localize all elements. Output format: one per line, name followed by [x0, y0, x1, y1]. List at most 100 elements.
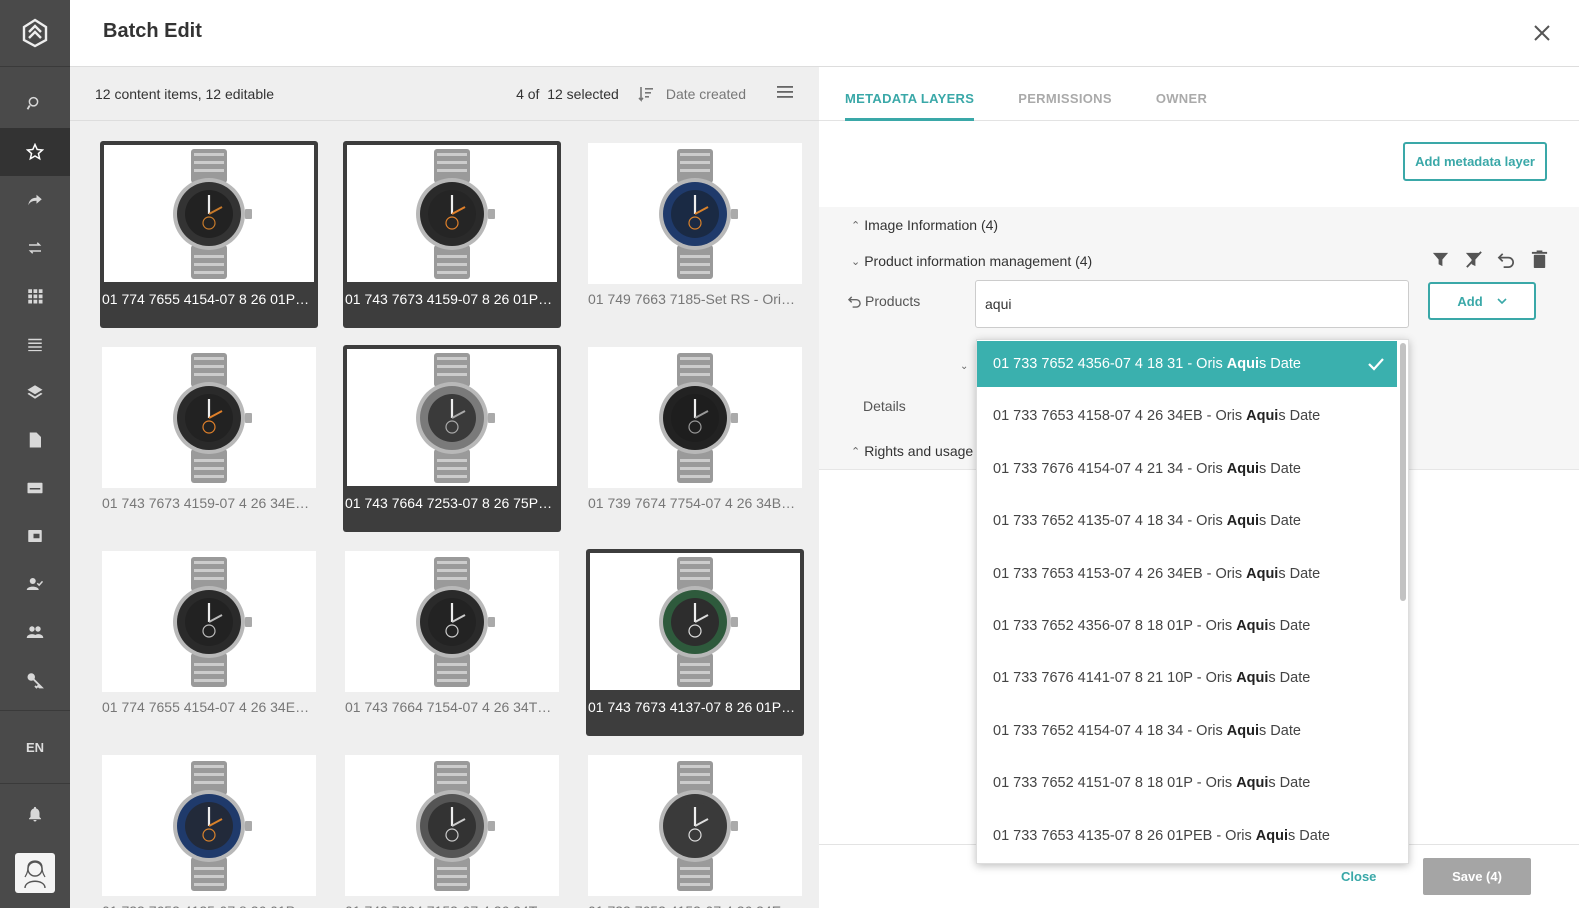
section-image-information[interactable]: ⌃ Image Information (4)	[851, 217, 998, 233]
content-item-thumbnail[interactable]	[345, 143, 559, 284]
product-option[interactable]: 01 733 7653 4158-07 4 26 34EB - Oris Aqu…	[977, 393, 1397, 439]
section-label: Image Information (4)	[864, 217, 999, 233]
content-item-label: 01 774 7655 4154-07 8 26 01PEB - Oris Aq…	[102, 291, 316, 307]
sort-control[interactable]: Date created	[637, 85, 746, 103]
section-pim[interactable]: ⌄ Product information management (4)	[851, 253, 1092, 269]
clear-filter-icon[interactable]	[1464, 250, 1483, 269]
layers-icon[interactable]	[0, 368, 70, 416]
product-option[interactable]: 01 733 7676 4141-07 8 21 10P - Oris Aqui…	[977, 655, 1397, 701]
option-text: 01 733 7653 4135-07 8 26 01PEB - Oris	[993, 827, 1256, 844]
list-icon[interactable]	[0, 320, 70, 368]
card-icon[interactable]	[0, 464, 70, 512]
dropdown-scrollbar[interactable]	[1400, 343, 1406, 601]
content-item-card[interactable]: 01 774 7655 4154-07 4 26 34EB - Oris Aqu…	[100, 549, 318, 736]
add-metadata-layer-button[interactable]: Add metadata layer	[1403, 142, 1547, 181]
save-button[interactable]: Save (4)	[1423, 858, 1531, 895]
tab-owner[interactable]: OWNER	[1156, 67, 1207, 120]
grid-icon[interactable]	[0, 272, 70, 320]
user-check-icon[interactable]	[0, 560, 70, 608]
revert-icon[interactable]	[848, 295, 861, 308]
option-text: 01 733 7676 4141-07 8 21 10P - Oris	[993, 670, 1237, 687]
content-item-thumbnail[interactable]	[102, 347, 316, 488]
items-toolbar: 12 content items, 12 editable 4 of 12 se…	[70, 67, 819, 121]
chevron-down-icon[interactable]: ⌄	[960, 361, 968, 372]
option-match: Aqui	[1246, 408, 1279, 425]
content-item-card[interactable]: 01 733 7653 4135-07 8 26 01PEB - Oris Aq…	[100, 753, 318, 908]
content-item-card[interactable]: 01 774 7655 4154-07 8 26 01PEB - Oris Aq…	[100, 141, 318, 328]
content-item-card[interactable]: 01 733 7653 4153-07 4 26 34EB - Oris Aqu…	[586, 753, 804, 908]
bell-icon[interactable]	[0, 790, 70, 838]
option-match: Aqui	[1246, 565, 1279, 582]
option-text: 01 733 7653 4153-07 4 26 34EB - Oris	[993, 565, 1247, 582]
tab-permissions[interactable]: PERMISSIONS	[1018, 67, 1112, 120]
avatar[interactable]	[15, 853, 55, 893]
tab-metadata-layers[interactable]: METADATA LAYERS	[845, 67, 975, 121]
products-field-label: Products	[848, 293, 920, 309]
rail-nav	[0, 67, 70, 704]
product-option[interactable]: 01 733 7652 4135-07 4 18 34 - Oris Aqui s…	[977, 498, 1397, 544]
users-icon[interactable]	[0, 608, 70, 656]
content-item-card[interactable]: 01 743 7664 7153-07 4 26 34TEB - Oris Aq…	[343, 753, 561, 908]
content-item-label: 01 749 7663 7185-Set RS - Oris Aquis	[588, 291, 802, 307]
product-option[interactable]: 01 733 7676 4154-07 4 21 34 - Oris Aqui s…	[977, 446, 1397, 492]
content-item-thumbnail[interactable]	[102, 551, 316, 692]
close-button[interactable]: Close	[1341, 869, 1376, 884]
content-item-card[interactable]: 01 743 7673 4159-07 4 26 34EB - Oris Aqu…	[100, 345, 318, 532]
content-item-thumbnail[interactable]	[102, 755, 316, 896]
option-text: 01 733 7652 4356-07 4 18 31 - Oris	[993, 356, 1227, 372]
option-match: Aqui	[1226, 356, 1259, 372]
key-icon[interactable]	[0, 656, 70, 704]
content-item-thumbnail[interactable]	[588, 143, 802, 284]
close-icon[interactable]	[1531, 22, 1553, 44]
chevron-down-icon	[1497, 298, 1507, 304]
product-option[interactable]: 01 733 7652 4151-07 8 18 01P - Oris Aqui…	[977, 760, 1397, 806]
transfer-icon[interactable]	[0, 224, 70, 272]
product-option[interactable]: 01 733 7652 4154-07 4 18 34 - Oris Aqui s…	[977, 708, 1397, 754]
content-item-thumbnail[interactable]	[345, 551, 559, 692]
product-option[interactable]: 01 733 7652 4356-07 8 18 01P - Oris Aqui…	[977, 603, 1397, 649]
trash-icon[interactable]	[1530, 250, 1549, 269]
content-item-card[interactable]: 01 739 7674 7754-07 4 26 34BTEB - Oris A…	[586, 345, 804, 532]
document-icon[interactable]	[0, 416, 70, 464]
product-option[interactable]: 01 733 7652 4356-07 4 18 31 - Oris Aqui s…	[977, 341, 1397, 387]
product-option[interactable]: 01 733 7653 4153-07 4 26 34EB - Oris Aqu…	[977, 551, 1397, 597]
content-items-pane: 12 content items, 12 editable 4 of 12 se…	[70, 67, 819, 908]
content-item-card[interactable]: 01 749 7663 7185-Set RS - Oris Aquis	[586, 141, 804, 328]
section-rights-and-usage[interactable]: ⌃ Rights and usage	[851, 443, 973, 459]
star-icon[interactable]	[0, 128, 70, 176]
wallet-icon[interactable]	[0, 512, 70, 560]
content-item-thumbnail[interactable]	[588, 347, 802, 488]
option-match: Aqui	[1236, 670, 1269, 687]
tab-bar: METADATA LAYERS PERMISSIONS OWNER	[819, 67, 1579, 121]
content-item-card[interactable]: 01 743 7664 7253-07 8 26 75PEB - Oris Aq…	[343, 345, 561, 532]
option-match: Aqui	[1226, 722, 1259, 739]
watch-icon	[659, 556, 738, 687]
content-item-thumbnail[interactable]	[588, 755, 802, 896]
search-icon[interactable]	[0, 80, 70, 128]
undo-icon[interactable]	[1497, 250, 1516, 269]
items-count: 12 content items, 12 editable	[95, 85, 275, 102]
content-item-label: 01 743 7664 7153-07 4 26 34TEB - Oris Aq…	[345, 903, 559, 908]
share-icon[interactable]	[0, 176, 70, 224]
chevron-down-icon: ⌄	[851, 255, 861, 268]
filter-icon[interactable]	[1431, 250, 1450, 269]
products-search-input[interactable]	[975, 280, 1409, 328]
content-item-thumbnail[interactable]	[345, 347, 559, 488]
view-menu-icon[interactable]	[776, 83, 794, 104]
content-item-thumbnail[interactable]	[102, 143, 316, 284]
watch-icon	[416, 556, 495, 687]
app-logo[interactable]	[0, 0, 70, 67]
add-product-button[interactable]: Add	[1428, 282, 1536, 320]
content-item-label: 01 743 7673 4137-07 8 26 01PEB - Oris Aq…	[588, 699, 802, 715]
content-item-card[interactable]: 01 743 7673 4159-07 8 26 01PEB - Oris Aq…	[343, 141, 561, 328]
content-item-card[interactable]: 01 743 7664 7154-07 4 26 34TEB - Oris Aq…	[343, 549, 561, 736]
product-option[interactable]: 01 733 7653 4135-07 8 26 01PEB - Oris Aq…	[977, 813, 1397, 859]
content-item-thumbnail[interactable]	[588, 551, 802, 692]
sort-label: Date created	[665, 85, 746, 102]
content-item-thumbnail[interactable]	[345, 755, 559, 896]
language-selector[interactable]: EN	[0, 717, 70, 777]
option-text: s Date	[1288, 827, 1330, 844]
option-text: s Date	[1259, 513, 1301, 530]
content-item-label: 01 733 7653 4135-07 8 26 01PEB - Oris Aq…	[102, 903, 316, 908]
content-item-card[interactable]: 01 743 7673 4137-07 8 26 01PEB - Oris Aq…	[586, 549, 804, 736]
